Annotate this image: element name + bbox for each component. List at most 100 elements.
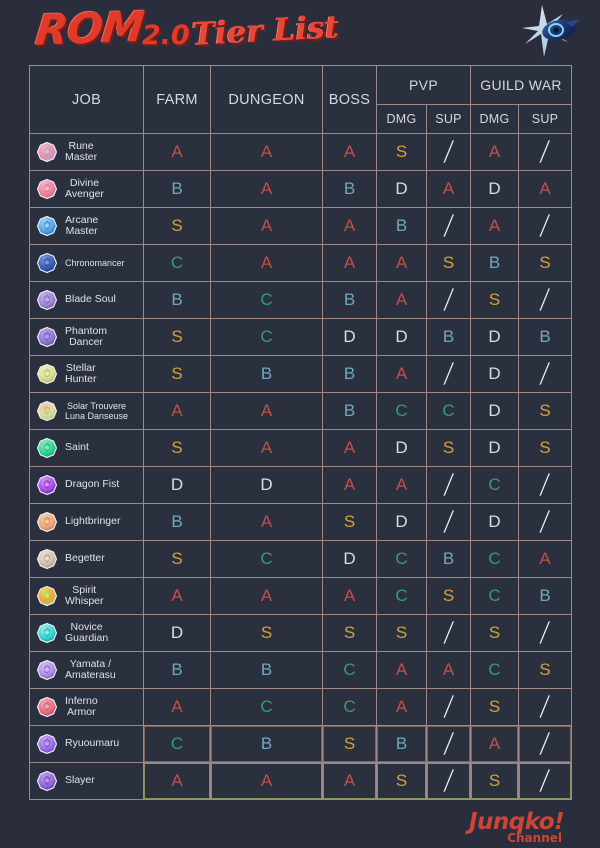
- title-rom: ROM: [33, 2, 146, 55]
- job-cell[interactable]: Saint: [29, 429, 144, 467]
- table-row: Inferno Armor A C C A ╱ S ╱: [29, 688, 573, 726]
- grade-cell-boss: D: [322, 318, 377, 356]
- column-header-guild-war: GUILD WAR: [470, 64, 573, 106]
- job-cell[interactable]: Yamata / Amaterasu: [29, 651, 144, 689]
- table-row: Rune Master A A A S ╱ A ╱: [29, 133, 573, 171]
- table-row: Solar Trouvere Luna Danseuse A A B C C D S: [29, 392, 573, 430]
- grade-cell-farm: S: [143, 318, 211, 356]
- begetter-emblem-icon: [36, 548, 58, 570]
- job-cell[interactable]: Solar Trouvere Luna Danseuse: [29, 392, 144, 430]
- job-cell[interactable]: Begetter: [29, 540, 144, 578]
- grade-none-icon: ╱: [443, 363, 454, 385]
- grade-cell-pvp-dmg: A: [376, 466, 427, 504]
- grade-cell-gw-sup: ╱: [518, 725, 573, 763]
- job-cell[interactable]: Blade Soul: [29, 281, 144, 319]
- grade-cell-pvp-sup: ╱: [425, 355, 472, 393]
- job-cell[interactable]: Dragon Fist: [29, 466, 144, 504]
- job-cell[interactable]: Spirit Whisper: [29, 577, 144, 615]
- grade-cell-gw-dmg: S: [470, 688, 520, 726]
- lightbringer-emblem-icon: [36, 511, 58, 533]
- job-name-label: Solar Trouvere Luna Danseuse: [65, 401, 129, 421]
- job-name-label: Saint: [65, 441, 89, 454]
- grade-cell-pvp-sup: S: [425, 244, 472, 282]
- job-cell[interactable]: Novice Guardian: [29, 614, 144, 652]
- chronomancer-emblem-icon: [36, 252, 58, 274]
- table-row: Ryuoumaru C B S B ╱ A ╱: [29, 725, 573, 763]
- job-cell[interactable]: Slayer: [29, 762, 144, 800]
- grade-cell-farm: B: [143, 503, 211, 541]
- grade-cell-pvp-sup: ╱: [425, 281, 472, 319]
- grade-cell-gw-dmg: A: [470, 725, 520, 763]
- grade-cell-gw-sup: ╱: [518, 614, 573, 652]
- grade-cell-gw-sup: ╱: [518, 762, 573, 800]
- job-cell[interactable]: Chronomancer: [29, 244, 144, 282]
- job-cell[interactable]: Arcane Master: [29, 207, 144, 245]
- job-cell[interactable]: Stellar Hunter: [29, 355, 144, 393]
- grade-cell-farm: S: [143, 429, 211, 467]
- grade-cell-pvp-dmg: B: [376, 207, 427, 245]
- grade-cell-farm: S: [143, 355, 211, 393]
- grade-cell-boss: C: [322, 688, 377, 726]
- grade-cell-pvp-sup: A: [425, 170, 472, 208]
- job-cell[interactable]: Inferno Armor: [29, 688, 144, 726]
- grade-cell-gw-sup: S: [518, 429, 573, 467]
- grade-cell-pvp-sup: ╱: [425, 207, 472, 245]
- column-header-boss: BOSS: [322, 65, 377, 134]
- grade-none-icon: ╱: [443, 511, 454, 533]
- grade-cell-boss: A: [322, 429, 377, 467]
- grade-cell-pvp-dmg: C: [376, 577, 427, 615]
- grade-cell-dungeon: D: [210, 466, 323, 504]
- grade-cell-farm: B: [143, 170, 211, 208]
- job-name-label: Rune Master: [65, 139, 98, 163]
- grade-cell-farm: B: [143, 651, 211, 689]
- grade-none-icon: ╱: [540, 215, 550, 237]
- grade-cell-gw-dmg: C: [470, 651, 520, 689]
- grade-none-icon: ╱: [443, 622, 454, 644]
- job-cell[interactable]: Divine Avenger: [29, 170, 144, 208]
- job-cell[interactable]: Phantom Dancer: [29, 318, 144, 356]
- grade-cell-pvp-dmg: S: [376, 133, 427, 171]
- table-row: Lightbringer B A S D ╱ D ╱: [29, 503, 573, 541]
- grade-cell-pvp-dmg: B: [376, 725, 427, 763]
- grade-cell-pvp-sup: ╱: [425, 503, 472, 541]
- column-header-dungeon: DUNGEON: [210, 65, 323, 134]
- arcane-master-emblem-icon: [36, 215, 58, 237]
- job-cell[interactable]: Ryuoumaru: [29, 725, 144, 763]
- grade-cell-gw-dmg: A: [470, 133, 520, 171]
- grade-cell-gw-dmg: C: [470, 540, 520, 578]
- grade-cell-dungeon: C: [210, 281, 323, 319]
- grade-cell-pvp-dmg: C: [376, 392, 427, 430]
- grade-cell-farm: A: [143, 392, 211, 430]
- blade-soul-emblem-icon: [36, 289, 58, 311]
- job-cell[interactable]: Rune Master: [29, 133, 144, 171]
- grade-cell-gw-sup: ╱: [518, 281, 573, 319]
- ragnarok-logo-icon: [522, 5, 580, 57]
- grade-cell-farm: D: [143, 614, 211, 652]
- dragon-fist-emblem-icon: [36, 474, 58, 496]
- grade-cell-boss: B: [322, 392, 377, 430]
- grade-cell-gw-dmg: D: [470, 503, 520, 541]
- novice-guardian-emblem-icon: [36, 622, 58, 644]
- grade-cell-gw-sup: A: [518, 540, 573, 578]
- column-header-pvp: PVP: [375, 64, 472, 106]
- grade-cell-gw-sup: B: [518, 318, 573, 356]
- grade-none-icon: ╱: [443, 696, 454, 718]
- job-cell[interactable]: Lightbringer: [29, 503, 144, 541]
- grade-cell-pvp-dmg: D: [376, 318, 427, 356]
- table-row: Saint S A A D S D S: [29, 429, 573, 467]
- grade-cell-gw-dmg: S: [470, 281, 520, 319]
- grade-cell-pvp-dmg: D: [376, 503, 427, 541]
- grade-cell-gw-sup: ╱: [518, 503, 573, 541]
- column-header-farm: FARM: [143, 65, 211, 134]
- grade-cell-boss: C: [322, 651, 377, 689]
- table-row: Slayer A A A S ╱ S ╱: [29, 762, 573, 800]
- yamata-amaterasu-emblem-icon: [36, 659, 58, 681]
- stellar-hunter-emblem-icon: [36, 363, 58, 385]
- page-title: ROM2.0Tier List: [33, 2, 339, 55]
- grade-cell-gw-dmg: A: [470, 207, 520, 245]
- grade-cell-boss: B: [322, 355, 377, 393]
- grade-none-icon: ╱: [443, 770, 454, 792]
- column-header-pvp-sup: SUP: [425, 104, 472, 134]
- grade-none-icon: ╱: [540, 511, 550, 533]
- tier-list-table: JOB FARM DUNGEON BOSS PVP GUILD WAR DMG …: [29, 64, 573, 800]
